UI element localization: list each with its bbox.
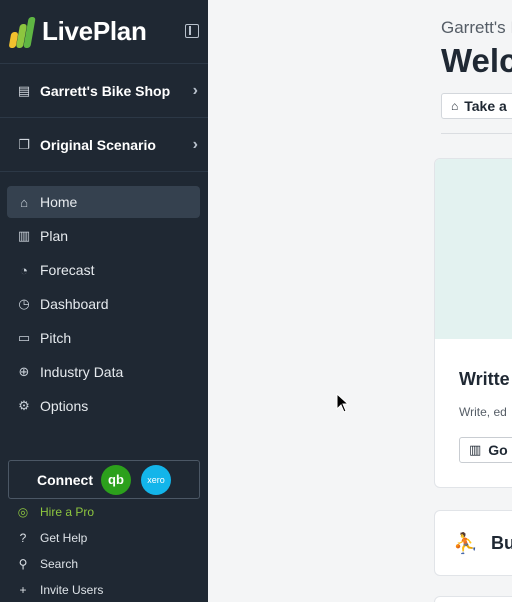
connect-integrations-button[interactable]: Connect qb xero xyxy=(8,460,200,499)
sidebar-item-label: Pitch xyxy=(40,330,72,346)
company-name: Garrett's Bike Shop xyxy=(40,82,171,99)
sidebar-item-label: Dashboard xyxy=(40,296,109,312)
home-icon: ⌂ xyxy=(451,99,459,113)
app-name: LivePlan xyxy=(42,16,147,46)
sidebar-item-home[interactable]: ⌂ Home xyxy=(7,186,200,218)
logo-row: LivePlan xyxy=(0,0,208,64)
copy-icon: ❐ xyxy=(18,136,30,152)
sidebar-item-label: Plan xyxy=(40,228,69,244)
home-icon: ⌂ xyxy=(20,194,28,210)
sidebar-item-label: Forecast xyxy=(40,262,95,278)
plan-icon: ▥ xyxy=(17,228,31,243)
forecast-icon: ◔ xyxy=(20,262,28,278)
take-tour-label: Take a xyxy=(464,98,507,114)
sidebar-item-dashboard[interactable]: ◷ Dashboard xyxy=(7,288,200,320)
sidebar-item-options[interactable]: ⚙ Options xyxy=(7,390,200,422)
invite-users-icon: + xyxy=(19,583,27,597)
hire-a-pro-link[interactable]: ◎ Hire a Pro xyxy=(15,505,200,519)
card-title: Writte xyxy=(459,369,510,389)
get-help-link[interactable]: ? Get Help xyxy=(15,531,200,545)
search-icon: ⚲ xyxy=(18,557,28,571)
sidebar-item-plan[interactable]: ▥ Plan xyxy=(7,220,200,252)
sidebar-nav: ⌂ Home ▥ Plan ◔ Forecast ◷ Dashboard ▭ P… xyxy=(0,172,208,422)
search-link[interactable]: ⚲ Search xyxy=(15,557,200,571)
take-tour-button[interactable]: ⌂ Take a xyxy=(441,93,512,119)
scenario-name: Original Scenario xyxy=(40,136,156,153)
plan-icon: ▥ xyxy=(469,442,482,457)
scenario-selector[interactable]: ❐ Original Scenario › xyxy=(0,118,208,172)
page-title: Welc xyxy=(441,42,512,79)
footer-item-label: Get Help xyxy=(40,531,88,545)
collapse-sidebar-icon[interactable] xyxy=(185,24,199,38)
mouse-cursor-icon xyxy=(336,393,350,413)
footer-item-label: Hire a Pro xyxy=(40,505,95,519)
sidebar-item-forecast[interactable]: ◔ Forecast xyxy=(7,254,200,286)
sidebar: LivePlan ▤ Garrett's Bike Shop › ❐ Origi… xyxy=(0,0,208,602)
budget-card[interactable]: ⛹ Bu xyxy=(434,510,512,576)
industry-data-icon: ⊕ xyxy=(18,364,30,379)
xero-icon[interactable]: xero xyxy=(141,464,171,495)
next-card xyxy=(434,596,512,602)
chevron-right-icon: › xyxy=(192,81,198,99)
footer-item-label: Search xyxy=(40,557,79,571)
sidebar-item-pitch[interactable]: ▭ Pitch xyxy=(7,322,200,354)
company-selector[interactable]: ▤ Garrett's Bike Shop › xyxy=(0,64,208,118)
hiker-icon: ⛹ xyxy=(453,533,478,555)
dashboard-icon: ◷ xyxy=(18,296,30,311)
sidebar-item-label: Industry Data xyxy=(40,364,124,380)
card-hero-image xyxy=(435,159,512,339)
chevron-right-icon: › xyxy=(192,135,198,153)
pitch-icon: ▭ xyxy=(17,330,31,345)
main-content: Garrett's I Welc ⌂ Take a Writte Write, … xyxy=(208,0,512,602)
write-plan-card: Writte Write, ed ▥ Go xyxy=(434,158,512,488)
connect-label: Connect xyxy=(37,471,93,488)
sidebar-item-label: Options xyxy=(40,398,89,414)
divider xyxy=(441,133,512,134)
sidebar-item-industry-data[interactable]: ⊕ Industry Data xyxy=(7,356,200,388)
invite-users-link[interactable]: + Invite Users xyxy=(15,583,200,597)
liveplan-logo-icon xyxy=(8,16,36,48)
help-icon: ? xyxy=(19,531,27,545)
gear-icon: ⚙ xyxy=(18,398,30,413)
quickbooks-icon[interactable]: qb xyxy=(101,464,131,495)
store-icon: ▤ xyxy=(17,82,31,98)
card-description: Write, ed xyxy=(459,405,507,419)
go-to-plan-button[interactable]: ▥ Go xyxy=(459,437,512,463)
greeting-text: Garrett's I xyxy=(441,18,512,37)
card-title: Bu xyxy=(491,533,512,553)
footer-item-label: Invite Users xyxy=(40,583,104,597)
compass-icon: ◎ xyxy=(17,505,29,519)
go-button-label: Go xyxy=(488,442,508,458)
sidebar-item-label: Home xyxy=(40,194,78,210)
